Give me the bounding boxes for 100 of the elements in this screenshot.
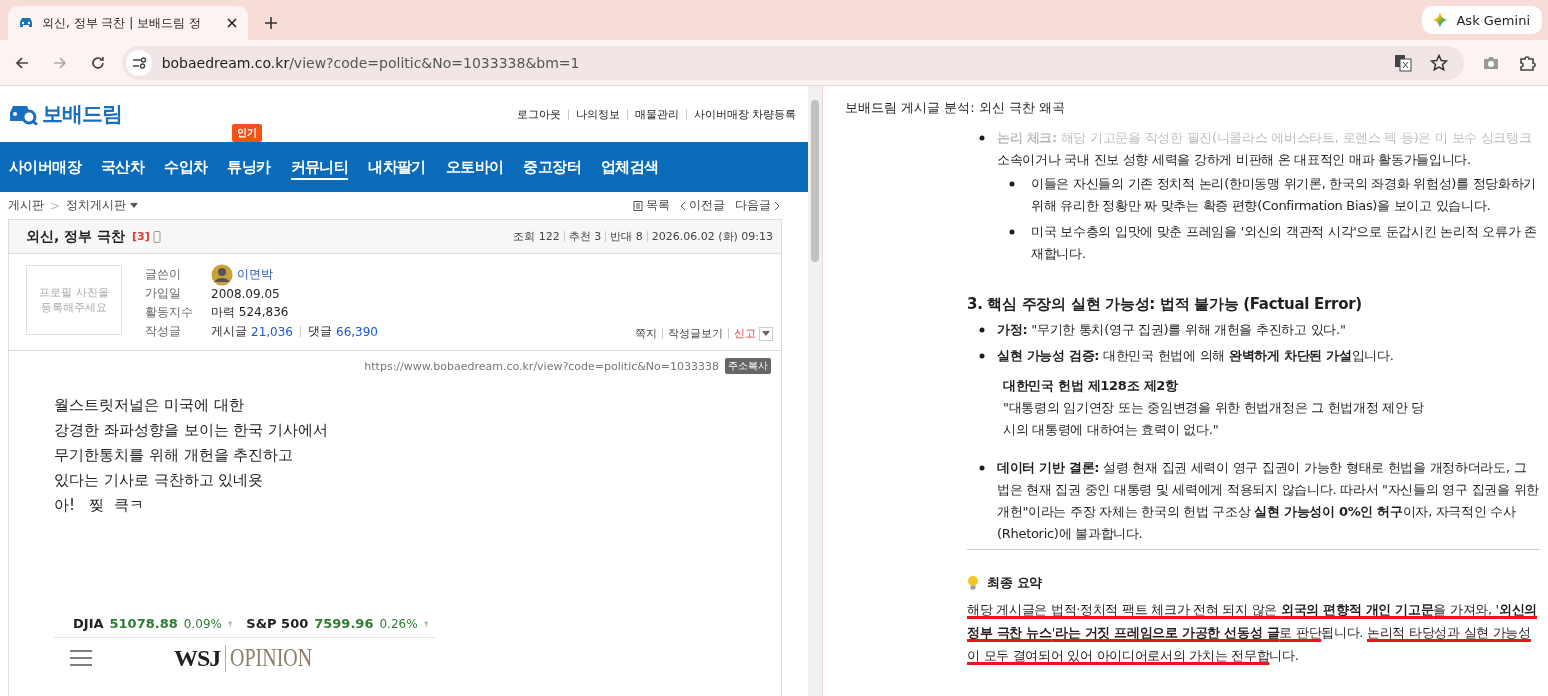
bullet-icon: [979, 465, 985, 471]
brand-name: WSJ: [174, 644, 227, 672]
copy-url-button[interactable]: 주소복사: [725, 358, 771, 374]
ticker-value: 51078.88: [109, 616, 178, 631]
quote-text: "대통령의 임기연장 또는 중임변경을 위한 헌법개정은 그 헌법개정 제안 당시의 대통령에 대하여는 효력이 없다.": [1003, 399, 1426, 439]
chevron-left-icon: [680, 200, 686, 211]
ticker-value: 7599.96: [314, 616, 374, 631]
summary-paragraph: 해당 게시글은 법적·정치적 팩트 체크가 전혀 되지 않은 외국의 편향적 개인 기고문을 가져와, '외신의 정부 극찬 뉴스'라는 거짓 프레임으로 가공한 선동성 글로 판단됩니다. 논리적 타당성과 실현 가능성이 모두 결여되어 있어 아이디어로서의 가치는 전무합니다.: [967, 601, 1538, 665]
list-item-text: 이들은 자신들의 기존 정치적 논리(한미동맹 위기론, 한국의 좌경화 위험성)를 정당화하기 위해 유리한 정황만 짜 맞추는 확증 편향(Confirmation Bias)을 보이고 있습니다.: [1031, 175, 1538, 215]
url-text: bobaedream.co.kr/view?code=politic&No=1033338&bm=1: [161, 54, 580, 71]
section-name: OPINION: [229, 644, 313, 672]
post-text-line: 있다는 기사로 극찬하고 있네욧: [54, 470, 265, 491]
post-nav-link[interactable]: 이전글: [680, 197, 725, 214]
breadcrumb-link[interactable]: 게시판: [8, 197, 44, 214]
list-item-text: 데이터 기반 결론: 설령 현재 집권 세력이 영구 집권이 가능한 형태로 헌법을 개정하더라도, 그 법은 현재 집권 중인 대통령 및 세력에게 적용되지 않습니다. 따라서 "자신들의 영구 집권을 위한 개헌"이라는 주장 자체는 한국의 헌법 구조상 실현 가능성이 0%인 허구이자, 자극적인 수사(Rhetoric)에 불과합니다.: [997, 459, 1540, 543]
section-heading: 3. 핵심 주장의 실현 가능성: 법적 불가능 (Factual Error): [967, 294, 1363, 315]
count-link[interactable]: 66,390: [336, 324, 378, 339]
popular-badge: 인기: [232, 124, 263, 142]
field-label: 글쓴이: [145, 266, 182, 283]
ticker-change: 0.09%: [183, 616, 222, 631]
browser-tab[interactable]: 외신, 정부 극찬 | 보배드림 정: [8, 6, 248, 40]
field-label: 가입일: [145, 285, 182, 302]
bullet-icon: [979, 135, 985, 141]
close-icon[interactable]: [226, 17, 238, 29]
avatar-icon: [211, 263, 233, 286]
post-stat: 반대 8: [610, 229, 643, 244]
nav-item[interactable]: 업체검색: [601, 158, 659, 178]
comment-count[interactable]: [3]: [132, 230, 150, 243]
header-link[interactable]: 로그아웃: [516, 106, 561, 122]
new-tab-icon[interactable]: [264, 16, 278, 30]
post-text-line: 아! 찢 큭ㅋ: [54, 495, 145, 516]
address-bar[interactable]: bobaedream.co.kr/view?code=politic&No=1033338&bm=1: [121, 45, 1464, 80]
post-text-line: 강경한 좌파성향을 보이는 한국 기사에서: [54, 420, 330, 441]
header-link[interactable]: 나의정보: [575, 106, 620, 122]
post-text-line: 월스트릿저널은 미국에 대한: [54, 395, 245, 416]
post-stat: 추천 3: [568, 229, 602, 244]
nav-item[interactable]: 튜닝카: [227, 158, 271, 178]
bullet-icon: [979, 327, 985, 333]
translate-icon[interactable]: [1394, 53, 1412, 72]
nav-item[interactable]: 사이버매장: [9, 158, 81, 178]
header-link[interactable]: 사이버매장 차량등록: [693, 106, 796, 122]
dropdown-button[interactable]: [759, 326, 773, 341]
reload-icon[interactable]: [89, 54, 106, 71]
field-label: 작성글: [145, 323, 182, 340]
caret-icon: [762, 330, 770, 337]
placeholder-text: 프로필 사진을 등록해주세요: [38, 285, 110, 315]
header-link[interactable]: 매물관리: [634, 106, 679, 122]
count-link[interactable]: 21,036: [251, 324, 293, 339]
count-label: 댓글: [308, 323, 332, 340]
ask-gemini-button[interactable]: Ask Gemini: [1422, 6, 1542, 34]
post-nav-link[interactable]: 다음글: [735, 197, 780, 214]
field-value: 마력 524,836: [211, 304, 289, 321]
nav-item[interactable]: 수입차: [164, 158, 208, 178]
field-label: 활동지수: [145, 304, 194, 321]
author-action-link[interactable]: 쪽지: [635, 326, 657, 341]
nav-item[interactable]: 내차팔기: [368, 158, 426, 178]
author-action-link[interactable]: 작성글보기: [668, 326, 723, 341]
author-action-link[interactable]: 신고: [734, 326, 756, 341]
panel-title: 보배드림 게시글 분석: 외신 극찬 왜곡: [845, 99, 1067, 117]
list-item-text: 실현 가능성 검증: 대한민국 헌법에 의해 완벽하게 차단된 가설입니다.: [997, 347, 1395, 365]
car-magnifier-icon: [8, 103, 38, 125]
nav-item[interactable]: 국산차: [101, 158, 145, 178]
nav-item[interactable]: 중고장터: [523, 158, 582, 178]
scrollbar-thumb[interactable]: [811, 100, 819, 262]
nav-item[interactable]: 커뮤니티: [290, 158, 349, 180]
chevron-right-icon: [774, 200, 780, 211]
post-text-line: 무기한통치를 위해 개헌을 추진하고: [54, 445, 295, 466]
post-stat: 2026.06.02 (화) 09:13: [651, 229, 773, 244]
nav-item[interactable]: 오토바이: [445, 158, 504, 178]
list-item-text: 논리 체크: 해당 기고문을 작성한 필진(니콜라스 에버스타트, 로렌스 펙 등)은 미 보수 싱크탱크 소속이거나 국내 진보 성향 세력을 강하게 비판해 온 대표적인 매파 활동가들입니다.: [997, 129, 1533, 169]
bullet-icon: [1009, 229, 1015, 235]
sparkle-icon: [1432, 12, 1449, 28]
author-name[interactable]: 이면박: [237, 266, 273, 283]
site-logo[interactable]: 보배드림: [8, 100, 122, 128]
list-item-text: 미국 보수층의 입맛에 맞춘 프레임을 '외신의 객관적 시각'으로 둔갑시킨 논리적 오류가 존재합니다.: [1031, 223, 1538, 263]
tab-title: 외신, 정부 극찬 | 보배드림 정: [42, 14, 202, 32]
ticker-name: DJIA: [73, 616, 104, 631]
post-title: 외신, 정부 극찬: [26, 227, 126, 246]
menu-icon: [70, 650, 92, 666]
star-icon[interactable]: [1430, 53, 1448, 72]
quote-title: 대한민국 헌법 제128조 제2항: [1003, 377, 1179, 395]
ticker-name: S&P 500: [246, 616, 309, 631]
lightbulb-icon: [967, 575, 979, 591]
post-stat: 조회 122: [513, 229, 560, 244]
site-settings-icon[interactable]: [125, 49, 152, 76]
caret-icon: [130, 202, 139, 209]
puzzle-icon[interactable]: [1518, 53, 1536, 72]
post-url: https://www.bobaedream.co.kr/view?code=politic&No=1033338: [364, 359, 719, 373]
summary-title: 최종 요약: [987, 574, 1043, 592]
ticker-change: 0.26%: [379, 616, 418, 631]
breadcrumb-link[interactable]: 정치게시판: [66, 197, 139, 214]
list-item-text: 가정: "무기한 통치(영구 집권)를 위해 개헌을 추진하고 있다.": [997, 321, 1347, 339]
field-value: 2008.09.05: [211, 286, 280, 301]
phone-icon: [152, 230, 161, 243]
bullet-icon: [979, 353, 985, 359]
count-label: 게시글: [211, 323, 247, 340]
breadcrumb-separator: >: [50, 198, 61, 213]
bullet-icon: [1009, 181, 1015, 187]
post-nav-link[interactable]: 목록: [633, 197, 670, 214]
list-icon: [633, 200, 643, 211]
